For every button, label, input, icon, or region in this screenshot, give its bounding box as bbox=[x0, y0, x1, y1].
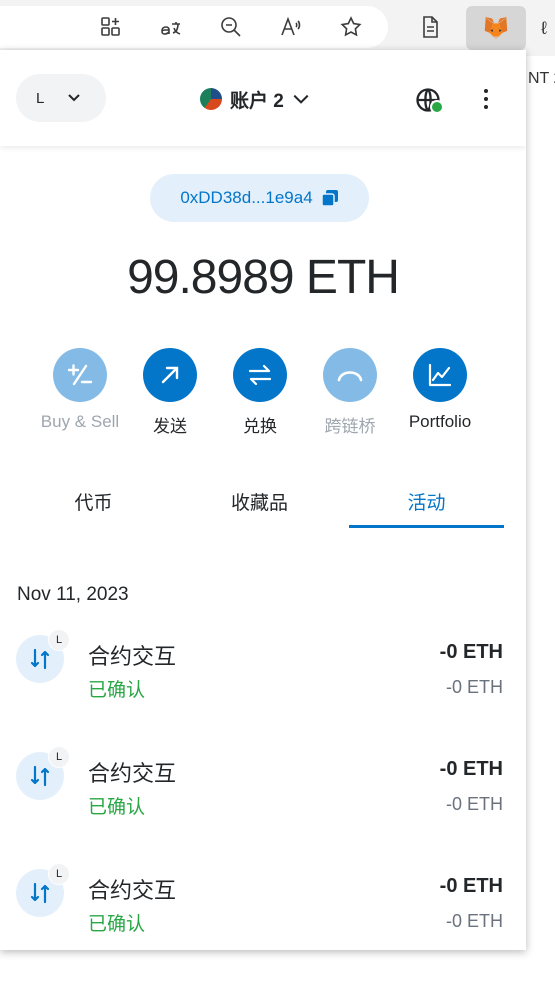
chart-line-icon bbox=[413, 348, 467, 402]
swap-button[interactable]: 兑换 bbox=[215, 348, 305, 437]
side-glyph: ℓ bbox=[541, 18, 547, 38]
activity-title: 合约交互 bbox=[88, 644, 177, 669]
copy-address-button[interactable]: 0xDD38d...1e9a4 bbox=[150, 174, 369, 222]
tab-nfts[interactable]: 收藏品 bbox=[182, 488, 337, 515]
address-bar[interactable] bbox=[0, 6, 388, 48]
metamask-fox-icon bbox=[484, 16, 508, 40]
connection-status-dot bbox=[430, 100, 444, 114]
read-aloud-icon[interactable] bbox=[276, 12, 306, 42]
collections-icon[interactable] bbox=[415, 12, 445, 42]
portfolio-button[interactable]: Portfolio bbox=[395, 348, 485, 432]
account-name: 账户 2 bbox=[230, 90, 284, 112]
activity-title: 合约交互 bbox=[88, 878, 177, 903]
popup-header: L 账户 2 bbox=[0, 50, 526, 146]
activity-status: 已确认 bbox=[88, 797, 146, 818]
account-picker[interactable]: 账户 2 bbox=[200, 84, 310, 114]
metamask-extension-button[interactable] bbox=[466, 6, 526, 50]
account-avatar bbox=[200, 88, 222, 110]
add-tab-icon[interactable] bbox=[96, 12, 126, 42]
network-badge: L bbox=[48, 629, 70, 651]
network-badge: L bbox=[48, 746, 70, 768]
activity-item[interactable]: L 合约交互 已确认 -0 ETH -0 ETH bbox=[0, 863, 526, 949]
activity-fiat-amount: -0 ETH bbox=[445, 794, 503, 814]
browser-toolbar: ℓ bbox=[0, 0, 555, 56]
balance-display: 99.8989 ETH bbox=[127, 251, 400, 304]
activity-item[interactable]: L 合约交互 已确认 -0 ETH -0 ETH bbox=[0, 629, 526, 715]
action-label: 发送 bbox=[153, 417, 187, 436]
network-picker-button[interactable]: L bbox=[16, 74, 106, 122]
account-address: 0xDD38d...1e9a4 bbox=[180, 188, 313, 207]
bridge-icon bbox=[323, 348, 377, 402]
network-badge: L bbox=[48, 863, 70, 885]
action-label: Buy & Sell bbox=[40, 412, 120, 431]
swap-arrows-icon bbox=[233, 348, 287, 402]
activity-amount: -0 ETH bbox=[439, 875, 503, 897]
activity-status: 已确认 bbox=[88, 680, 146, 701]
action-label: 跨链桥 bbox=[324, 417, 376, 436]
tab-activity[interactable]: 活动 bbox=[349, 488, 504, 515]
activity-fiat-amount: -0 ETH bbox=[445, 911, 503, 931]
bridge-button[interactable]: 跨链桥 bbox=[305, 348, 395, 437]
network-label: L bbox=[36, 89, 45, 107]
activity-item[interactable]: L 合约交互 已确认 -0 ETH -0 ETH bbox=[0, 746, 526, 832]
favorite-star-icon[interactable] bbox=[336, 12, 366, 42]
tab-tokens[interactable]: 代币 bbox=[16, 488, 171, 515]
activity-status: 已确认 bbox=[88, 914, 146, 935]
background-page-text: NT 2 bbox=[528, 70, 555, 87]
activity-fiat-amount: -0 ETH bbox=[445, 677, 503, 697]
send-arrow-icon bbox=[143, 348, 197, 402]
chevron-down-icon bbox=[68, 94, 80, 102]
zoom-out-icon[interactable] bbox=[216, 12, 246, 42]
action-label: 兑换 bbox=[243, 417, 277, 436]
more-options-icon[interactable] bbox=[476, 86, 496, 112]
buy-sell-button[interactable]: Buy & Sell bbox=[35, 348, 125, 432]
plus-minus-icon bbox=[53, 348, 107, 402]
copy-icon bbox=[320, 190, 338, 207]
wallet-actions: Buy & Sell 发送 兑换 跨链桥 Portfolio bbox=[35, 348, 495, 438]
translate-icon[interactable] bbox=[156, 12, 186, 42]
wallet-tabs: 代币 收藏品 活动 bbox=[0, 478, 526, 530]
action-label: Portfolio bbox=[408, 412, 472, 431]
chevron-down-icon bbox=[293, 94, 309, 104]
activity-title: 合约交互 bbox=[88, 761, 177, 786]
active-tab-indicator bbox=[349, 525, 504, 528]
activity-amount: -0 ETH bbox=[439, 641, 503, 663]
activity-amount: -0 ETH bbox=[439, 758, 503, 780]
activity-date: Nov 11, 2023 bbox=[17, 584, 129, 605]
metamask-popup: L 账户 2 0xDD38d...1e9a4 99.8989 ETH Buy &… bbox=[0, 50, 526, 950]
send-button[interactable]: 发送 bbox=[125, 348, 215, 437]
